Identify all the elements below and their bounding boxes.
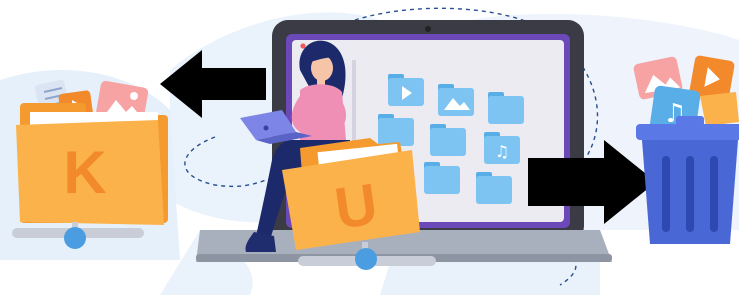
center-folder-letter: U — [331, 171, 382, 241]
file-transfer-illustration: K ♫ U ♫ — [0, 7, 739, 295]
screen-folder-plain-4 — [424, 162, 460, 194]
screen-folder-plain-2 — [378, 114, 414, 146]
illustration: K ♫ U ♫ — [0, 0, 739, 295]
music-icon: ♫ — [495, 142, 509, 161]
left-folder: K — [16, 103, 168, 225]
trash-bin — [636, 116, 739, 244]
screen-folder-video — [388, 74, 424, 106]
center-folder: U — [282, 138, 420, 250]
screen-folder-plain-3 — [430, 124, 466, 156]
screen-folder-plain-5 — [476, 172, 512, 204]
left-folder-letter: K — [63, 139, 106, 206]
screen-folder-image — [438, 84, 474, 116]
screen-folder-music: ♫ — [484, 132, 520, 164]
screen-folder-plain-1 — [488, 92, 524, 124]
